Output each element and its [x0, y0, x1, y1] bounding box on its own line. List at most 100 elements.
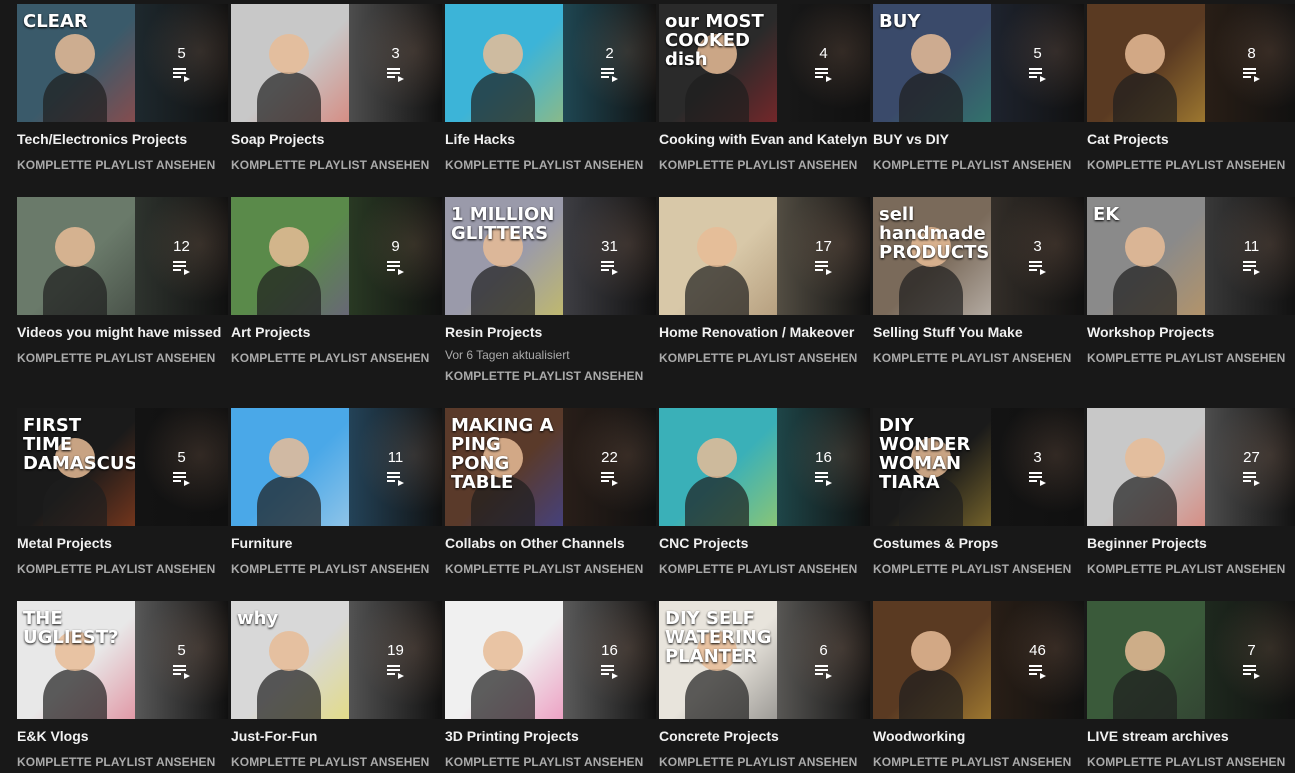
playlist-thumbnail[interactable]: DIY WONDER WOMAN TIARA 3 — [873, 408, 1084, 526]
playlist-title[interactable]: CNC Projects — [659, 534, 870, 552]
playlist-title[interactable]: Costumes & Props — [873, 534, 1084, 552]
playlist-icon — [386, 471, 405, 486]
playlist-card: 9 Art Projects KOMPLETTE PLAYLIST ANSEHEN — [231, 197, 442, 365]
view-full-playlist-link[interactable]: KOMPLETTE PLAYLIST ANSEHEN — [659, 755, 870, 769]
playlist-title[interactable]: Cooking with Evan and Katelyn — [659, 130, 870, 148]
view-full-playlist-link[interactable]: KOMPLETTE PLAYLIST ANSEHEN — [17, 158, 228, 172]
thumbnail-caption: DIY WONDER WOMAN TIARA — [879, 415, 971, 493]
video-count: 11 — [387, 448, 404, 466]
playlist-thumbnail[interactable]: 12 — [17, 197, 228, 315]
playlist-title[interactable]: Home Renovation / Makeover — [659, 323, 870, 341]
playlist-title[interactable]: Soap Projects — [231, 130, 442, 148]
playlist-title[interactable]: Just-For-Fun — [231, 727, 442, 745]
view-full-playlist-link[interactable]: KOMPLETTE PLAYLIST ANSEHEN — [231, 562, 442, 576]
playlist-count-overlay: 3 — [349, 4, 442, 122]
playlist-thumbnail[interactable]: DIY SELF WATERING PLANTER 6 — [659, 601, 870, 719]
view-full-playlist-link[interactable]: KOMPLETTE PLAYLIST ANSEHEN — [659, 562, 870, 576]
view-full-playlist-link[interactable]: KOMPLETTE PLAYLIST ANSEHEN — [873, 562, 1084, 576]
playlist-title[interactable]: Resin Projects — [445, 323, 656, 341]
playlist-title[interactable]: E&K Vlogs — [17, 727, 228, 745]
playlist-title[interactable]: Videos you might have missed — [17, 323, 228, 341]
playlist-count-overlay: 46 — [991, 601, 1084, 719]
thumbnail-face — [269, 631, 309, 671]
playlist-title[interactable]: Selling Stuff You Make — [873, 323, 1084, 341]
view-full-playlist-link[interactable]: KOMPLETTE PLAYLIST ANSEHEN — [231, 351, 442, 365]
playlist-title[interactable]: Life Hacks — [445, 130, 656, 148]
view-full-playlist-link[interactable]: KOMPLETTE PLAYLIST ANSEHEN — [1087, 351, 1295, 365]
playlist-thumbnail[interactable]: FIRST TIME DAMASCUS 5 — [17, 408, 228, 526]
playlist-title[interactable]: Art Projects — [231, 323, 442, 341]
playlist-title[interactable]: BUY vs DIY — [873, 130, 1084, 148]
playlist-title[interactable]: Collabs on Other Channels — [445, 534, 656, 552]
playlist-card: 16 CNC Projects KOMPLETTE PLAYLIST ANSEHEN — [659, 408, 870, 576]
view-full-playlist-link[interactable]: KOMPLETTE PLAYLIST ANSEHEN — [873, 158, 1084, 172]
playlist-icon — [1242, 67, 1261, 82]
playlist-thumbnail[interactable]: 1 MILLION GLITTERS 31 — [445, 197, 656, 315]
view-full-playlist-link[interactable]: KOMPLETTE PLAYLIST ANSEHEN — [659, 351, 870, 365]
view-full-playlist-link[interactable]: KOMPLETTE PLAYLIST ANSEHEN — [17, 351, 228, 365]
playlist-thumbnail[interactable]: our MOST COOKED dish 4 — [659, 4, 870, 122]
playlist-thumbnail[interactable]: why 19 — [231, 601, 442, 719]
playlist-thumbnail[interactable]: 7 — [1087, 601, 1295, 719]
playlist-title[interactable]: Woodworking — [873, 727, 1084, 745]
view-full-playlist-link[interactable]: KOMPLETTE PLAYLIST ANSEHEN — [873, 351, 1084, 365]
playlist-thumbnail[interactable]: 16 — [659, 408, 870, 526]
playlist-thumbnail[interactable]: MAKING A PING PONG TABLE 22 — [445, 408, 656, 526]
playlist-card: EK 11 Workshop Projects KOMPLETTE PLAYLIST … — [1087, 197, 1295, 365]
video-count: 9 — [391, 237, 400, 255]
playlist-thumbnail[interactable]: sell handmade PRODUCTS 3 — [873, 197, 1084, 315]
view-full-playlist-link[interactable]: KOMPLETTE PLAYLIST ANSEHEN — [445, 755, 656, 769]
view-full-playlist-link[interactable]: KOMPLETTE PLAYLIST ANSEHEN — [1087, 158, 1295, 172]
playlist-count-overlay: 6 — [777, 601, 870, 719]
view-full-playlist-link[interactable]: KOMPLETTE PLAYLIST ANSEHEN — [445, 158, 656, 172]
thumbnail-figure — [471, 265, 535, 315]
playlist-thumbnail[interactable]: 27 — [1087, 408, 1295, 526]
playlist-title[interactable]: Tech/Electronics Projects — [17, 130, 228, 148]
video-count: 17 — [815, 237, 832, 255]
view-full-playlist-link[interactable]: KOMPLETTE PLAYLIST ANSEHEN — [445, 369, 656, 383]
playlist-thumbnail[interactable]: 3 — [231, 4, 442, 122]
thumbnail-image — [873, 601, 991, 719]
view-full-playlist-link[interactable]: KOMPLETTE PLAYLIST ANSEHEN — [445, 562, 656, 576]
playlist-thumbnail[interactable]: 16 — [445, 601, 656, 719]
playlist-thumbnail[interactable]: BUY 5 — [873, 4, 1084, 122]
view-full-playlist-link[interactable]: KOMPLETTE PLAYLIST ANSEHEN — [659, 158, 870, 172]
playlist-count-overlay: 11 — [349, 408, 442, 526]
playlist-thumbnail[interactable]: THE UGLIEST? 5 — [17, 601, 228, 719]
playlist-card: 1 MILLION GLITTERS 31 Resin Projects Vor 6 … — [445, 197, 656, 383]
playlist-thumbnail[interactable]: 2 — [445, 4, 656, 122]
playlist-thumbnail[interactable]: 9 — [231, 197, 442, 315]
view-full-playlist-link[interactable]: KOMPLETTE PLAYLIST ANSEHEN — [231, 158, 442, 172]
view-full-playlist-link[interactable]: KOMPLETTE PLAYLIST ANSEHEN — [873, 755, 1084, 769]
playlist-count-overlay: 11 — [1205, 197, 1295, 315]
playlist-card: DIY WONDER WOMAN TIARA 3 Costumes & Props K… — [873, 408, 1084, 576]
view-full-playlist-link[interactable]: KOMPLETTE PLAYLIST ANSEHEN — [17, 562, 228, 576]
playlist-card: FIRST TIME DAMASCUS 5 Metal Projects KOMPLE… — [17, 408, 228, 576]
view-full-playlist-link[interactable]: KOMPLETTE PLAYLIST ANSEHEN — [1087, 755, 1295, 769]
playlist-title[interactable]: Furniture — [231, 534, 442, 552]
thumbnail-face — [483, 631, 523, 671]
playlist-count-overlay: 16 — [563, 601, 656, 719]
view-full-playlist-link[interactable]: KOMPLETTE PLAYLIST ANSEHEN — [231, 755, 442, 769]
playlist-thumbnail[interactable]: 11 — [231, 408, 442, 526]
thumbnail-figure — [685, 265, 749, 315]
playlist-thumbnail[interactable]: 8 — [1087, 4, 1295, 122]
playlist-title[interactable]: 3D Printing Projects — [445, 727, 656, 745]
playlist-title[interactable]: Beginner Projects — [1087, 534, 1295, 552]
playlist-title[interactable]: Cat Projects — [1087, 130, 1295, 148]
thumbnail-face — [1125, 438, 1165, 478]
playlist-title[interactable]: Metal Projects — [17, 534, 228, 552]
playlist-thumbnail[interactable]: CLEAR 5 — [17, 4, 228, 122]
thumbnail-image: BUY — [873, 4, 991, 122]
view-full-playlist-link[interactable]: KOMPLETTE PLAYLIST ANSEHEN — [1087, 562, 1295, 576]
playlist-title[interactable]: Concrete Projects — [659, 727, 870, 745]
playlist-card: why 19 Just-For-Fun KOMPLETTE PLAYLIST ANSE… — [231, 601, 442, 769]
playlist-title[interactable]: Workshop Projects — [1087, 323, 1295, 341]
thumbnail-face — [269, 438, 309, 478]
playlist-thumbnail[interactable]: 46 — [873, 601, 1084, 719]
playlist-title[interactable]: LIVE stream archives — [1087, 727, 1295, 745]
playlist-thumbnail[interactable]: 17 — [659, 197, 870, 315]
view-full-playlist-link[interactable]: KOMPLETTE PLAYLIST ANSEHEN — [17, 755, 228, 769]
playlist-thumbnail[interactable]: EK 11 — [1087, 197, 1295, 315]
playlist-icon — [172, 664, 191, 679]
